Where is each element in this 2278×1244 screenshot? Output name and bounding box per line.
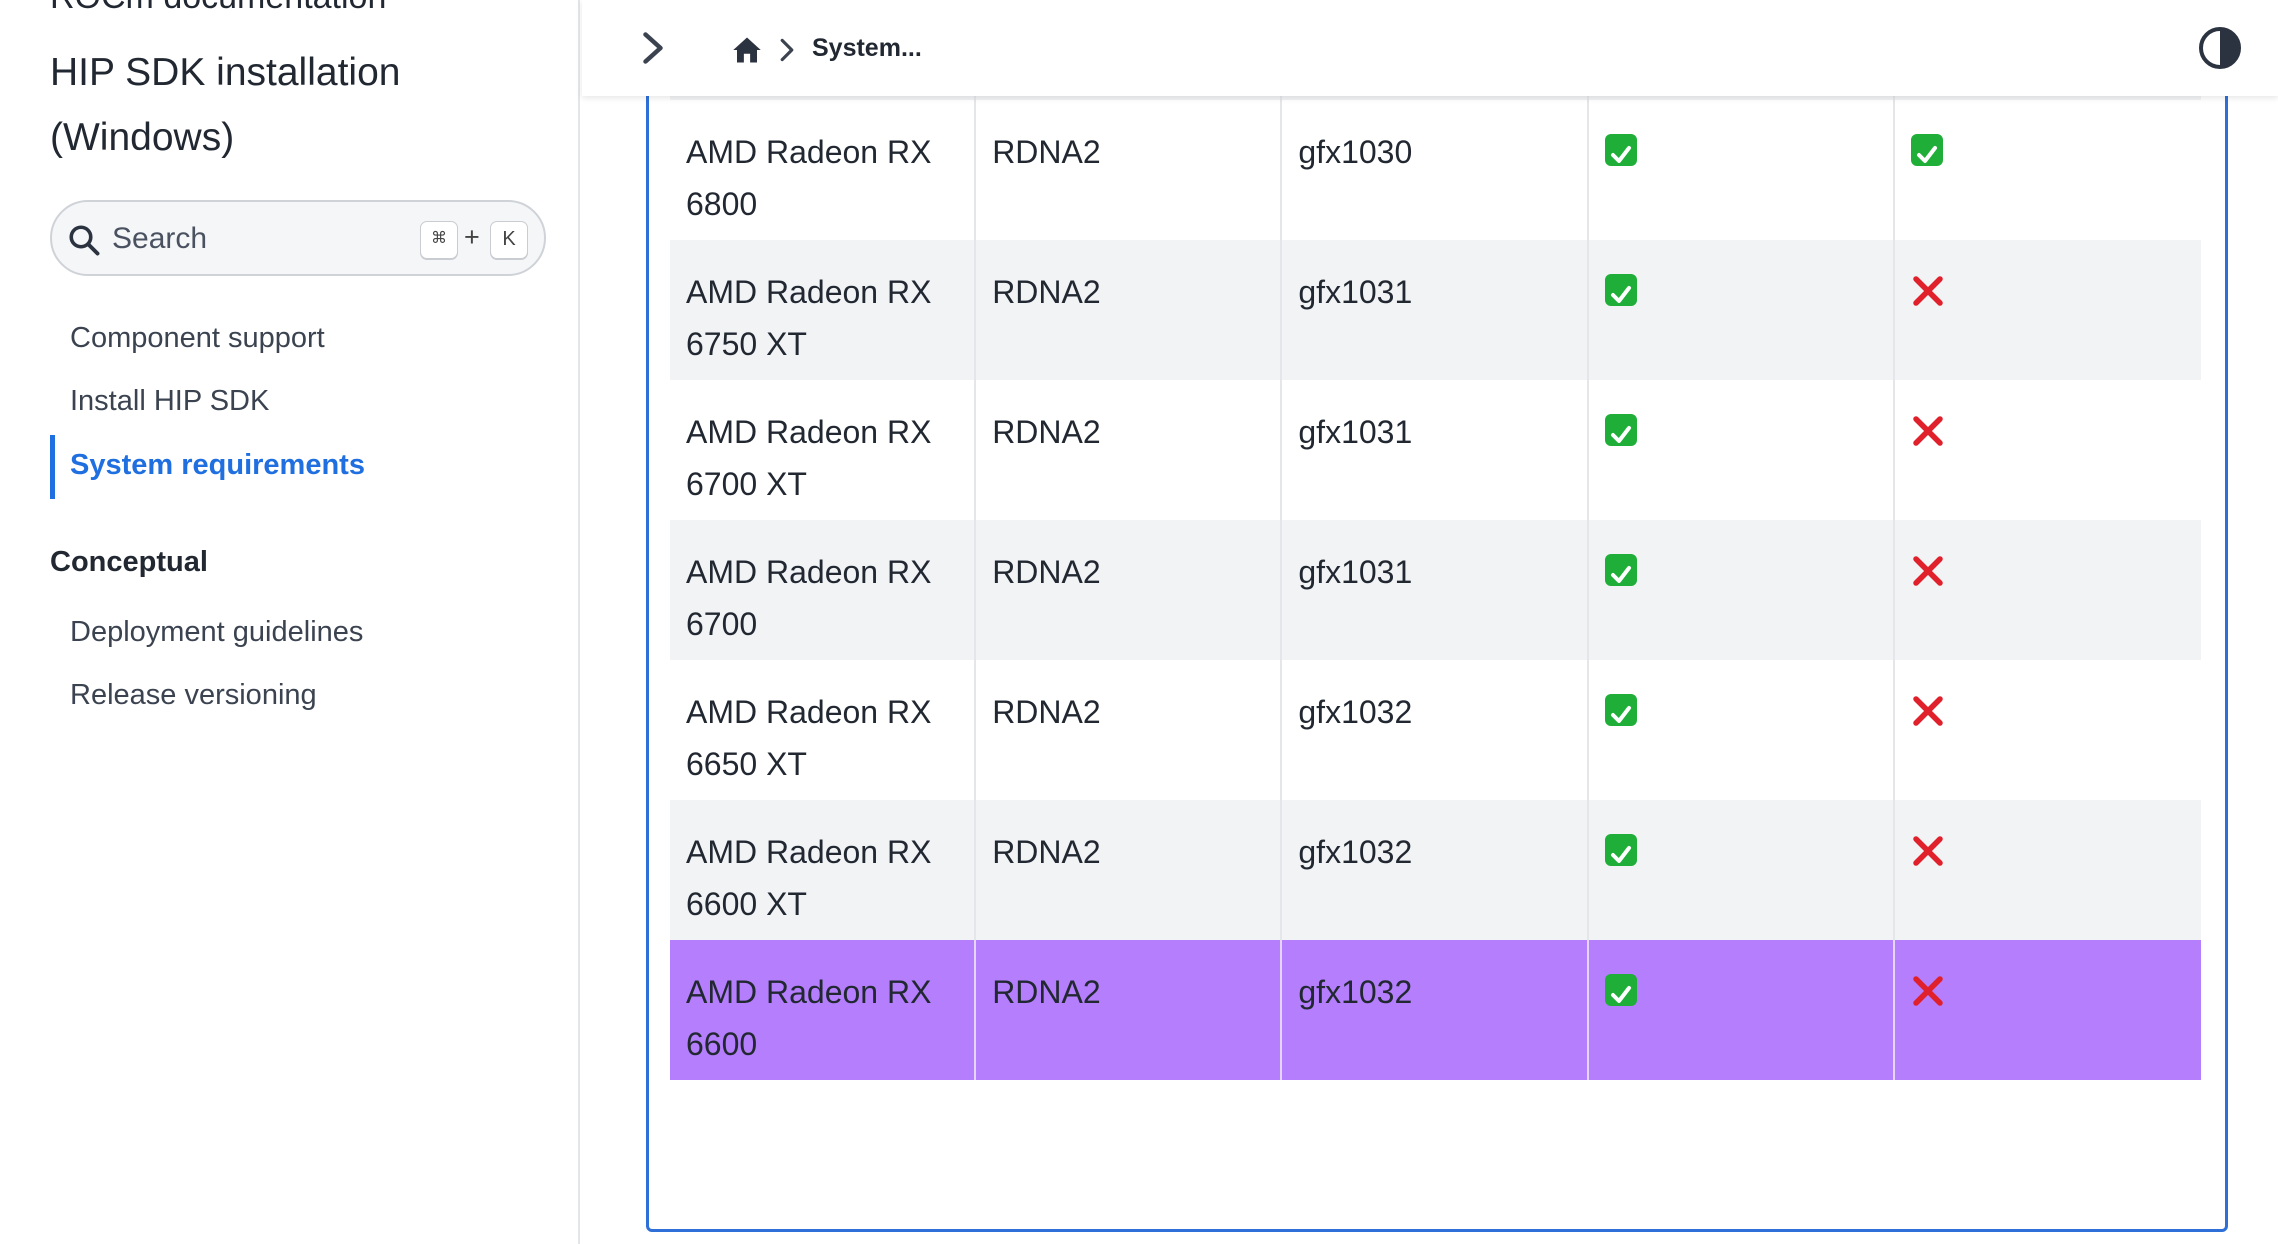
architecture-cell: RDNA2 bbox=[976, 520, 1283, 660]
main-content: AMD Radeon RX 6800 XTRDNA2gfx1030AMD Rad… bbox=[582, 0, 2278, 1244]
sdk-support-cell bbox=[1895, 800, 2201, 940]
search-placeholder: Search bbox=[112, 222, 208, 255]
architecture-cell: RDNA2 bbox=[976, 940, 1283, 1080]
gpu-name-cell: AMD Radeon RX 6600 bbox=[670, 940, 977, 1080]
sidebar-item-component-support[interactable]: Component support bbox=[70, 322, 325, 355]
runtime-support-cell bbox=[1589, 100, 1895, 240]
kbd-cmd: ⌘ bbox=[420, 221, 458, 259]
sidebar-page-title[interactable]: HIP SDK installation (Windows) bbox=[50, 40, 530, 170]
chevron-right-icon[interactable] bbox=[638, 30, 668, 66]
llvm-target-cell: gfx1032 bbox=[1282, 660, 1589, 800]
check-icon bbox=[1910, 134, 1943, 166]
sdk-support-cell bbox=[1895, 100, 2201, 240]
cross-icon bbox=[1913, 696, 1943, 726]
search-icon bbox=[69, 225, 100, 256]
sdk-support-cell bbox=[1895, 240, 2201, 380]
check-icon bbox=[1604, 974, 1637, 1006]
top-header: System... bbox=[582, 0, 2278, 96]
check-icon bbox=[1604, 414, 1637, 446]
architecture-cell: RDNA2 bbox=[976, 240, 1283, 380]
gpu-name-cell: AMD Radeon RX 6700 XT bbox=[670, 380, 977, 520]
gpu-name-cell: AMD Radeon RX 6750 XT bbox=[670, 240, 977, 380]
cross-icon bbox=[1913, 416, 1943, 446]
check-icon bbox=[1604, 694, 1637, 726]
cross-icon bbox=[1913, 836, 1943, 866]
runtime-support-cell bbox=[1589, 520, 1895, 660]
check-icon bbox=[1604, 134, 1637, 166]
home-icon[interactable] bbox=[732, 36, 762, 64]
table-row: AMD Radeon RX 6650 XT RDNA2 gfx1032 bbox=[670, 660, 2201, 800]
sidebar: ROCm documentation HIP SDK installation … bbox=[0, 0, 580, 1244]
runtime-support-cell bbox=[1589, 240, 1895, 380]
cross-icon bbox=[1913, 556, 1943, 586]
check-icon bbox=[1604, 554, 1637, 586]
sidebar-item-release-versioning[interactable]: Release versioning bbox=[70, 679, 317, 712]
active-indicator bbox=[50, 435, 55, 499]
sidebar-item-deployment-guidelines[interactable]: Deployment guidelines bbox=[70, 616, 363, 649]
cross-icon bbox=[1913, 276, 1943, 306]
architecture-cell: RDNA2 bbox=[976, 660, 1283, 800]
table-row: AMD Radeon RX 6750 XT RDNA2 gfx1031 bbox=[670, 240, 2201, 380]
table-row: AMD Radeon RX 6700 XT RDNA2 gfx1031 bbox=[670, 380, 2201, 520]
sdk-support-cell bbox=[1895, 660, 2201, 800]
sdk-support-cell bbox=[1895, 520, 2201, 660]
breadcrumb-separator-icon bbox=[780, 38, 794, 62]
architecture-cell: RDNA2 bbox=[976, 380, 1283, 520]
gpu-name-cell: AMD Radeon RX 6700 bbox=[670, 520, 977, 660]
gpu-name-cell: AMD Radeon RX 6600 XT bbox=[670, 800, 977, 940]
architecture-cell: RDNA2 bbox=[976, 100, 1283, 240]
sdk-support-cell bbox=[1895, 940, 2201, 1080]
llvm-target-cell: gfx1030 bbox=[1282, 100, 1589, 240]
cross-icon bbox=[1913, 976, 1943, 1006]
architecture-cell: RDNA2 bbox=[976, 800, 1283, 940]
llvm-target-cell: gfx1031 bbox=[1282, 520, 1589, 660]
sidebar-item-install-hip-sdk[interactable]: Install HIP SDK bbox=[70, 385, 269, 418]
runtime-support-cell bbox=[1589, 660, 1895, 800]
check-icon bbox=[1604, 274, 1637, 306]
table-row: AMD Radeon RX 6600 XT RDNA2 gfx1032 bbox=[670, 800, 2201, 940]
runtime-support-cell bbox=[1589, 380, 1895, 520]
table-row: AMD Radeon RX 6600 RDNA2 gfx1032 bbox=[670, 940, 2201, 1080]
sidebar-doc-title[interactable]: ROCm documentation bbox=[50, 0, 386, 17]
table-row: AMD Radeon RX 6800 RDNA2 gfx1030 bbox=[670, 100, 2201, 240]
kbd-plus: + bbox=[464, 222, 480, 252]
theme-toggle-icon[interactable] bbox=[2198, 26, 2242, 70]
search-input[interactable]: Search ⌘ + K bbox=[50, 200, 546, 276]
table-row: AMD Radeon RX 6700 RDNA2 gfx1031 bbox=[670, 520, 2201, 660]
sidebar-item-system-requirements[interactable]: System requirements bbox=[70, 449, 365, 482]
llvm-target-cell: gfx1032 bbox=[1282, 800, 1589, 940]
gpu-name-cell: AMD Radeon RX 6650 XT bbox=[670, 660, 977, 800]
kbd-k: K bbox=[490, 221, 528, 259]
runtime-support-cell bbox=[1589, 800, 1895, 940]
sdk-support-cell bbox=[1895, 380, 2201, 520]
sidebar-section-conceptual: Conceptual bbox=[50, 546, 208, 578]
runtime-support-cell bbox=[1589, 940, 1895, 1080]
check-icon bbox=[1604, 834, 1637, 866]
llvm-target-cell: gfx1031 bbox=[1282, 240, 1589, 380]
breadcrumb-current: System... bbox=[812, 34, 922, 62]
llvm-target-cell: gfx1031 bbox=[1282, 380, 1589, 520]
gpu-name-cell: AMD Radeon RX 6800 bbox=[670, 100, 977, 240]
llvm-target-cell: gfx1032 bbox=[1282, 940, 1589, 1080]
